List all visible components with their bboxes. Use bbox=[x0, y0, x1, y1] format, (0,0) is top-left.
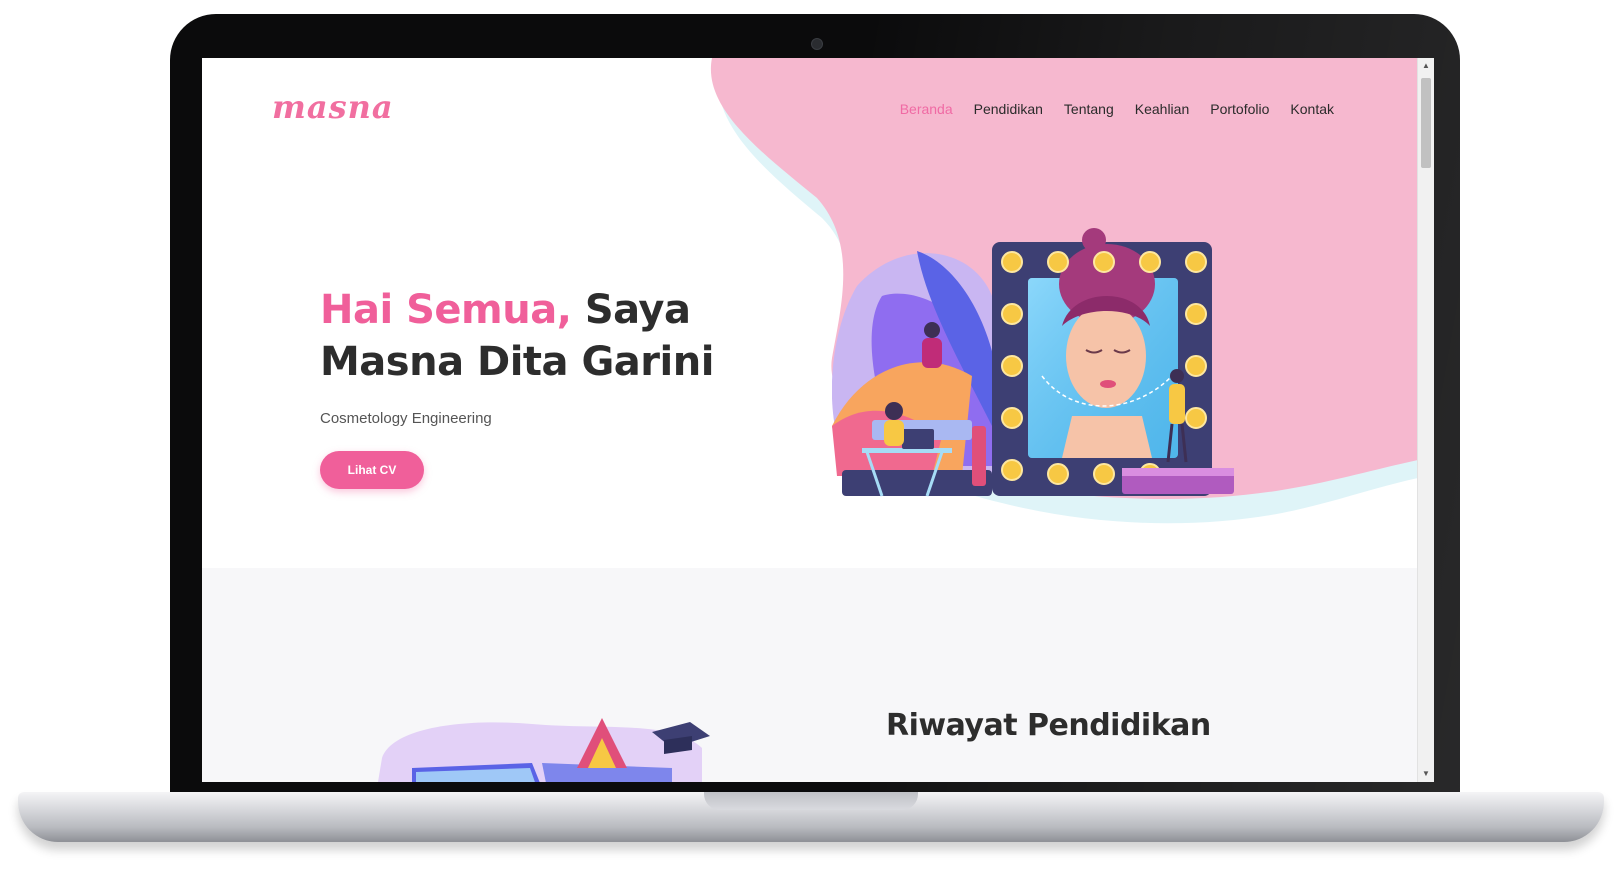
main-navigation: Beranda Pendidikan Tentang Keahlian Port… bbox=[900, 101, 1334, 117]
nav-tentang[interactable]: Tentang bbox=[1064, 101, 1114, 117]
hero-greeting: Hai Semua, bbox=[320, 287, 572, 333]
nav-kontak[interactable]: Kontak bbox=[1290, 101, 1334, 117]
nav-beranda[interactable]: Beranda bbox=[900, 101, 953, 117]
hero-name: Masna Dita Garini bbox=[320, 339, 714, 385]
hero-headline: Hai Semua, Saya Masna Dita Garini bbox=[320, 284, 714, 388]
site-logo[interactable]: masna bbox=[272, 88, 394, 126]
makeup-mirror-illustration bbox=[832, 228, 1234, 497]
nav-keahlian[interactable]: Keahlian bbox=[1135, 101, 1190, 117]
arrow-down-icon[interactable]: ▼ bbox=[1418, 766, 1434, 782]
web-page: masna Beranda Pendidikan Tentang Keahlia… bbox=[202, 58, 1418, 782]
scrollbar-thumb[interactable] bbox=[1421, 78, 1431, 168]
arrow-up-icon[interactable]: ▲ bbox=[1418, 58, 1434, 74]
laptop-screen: masna Beranda Pendidikan Tentang Keahlia… bbox=[202, 58, 1434, 782]
education-title: Riwayat Pendidikan bbox=[886, 708, 1211, 743]
webcam-icon bbox=[811, 38, 823, 50]
nav-pendidikan[interactable]: Pendidikan bbox=[974, 101, 1043, 117]
hero-subtitle: Cosmetology Engineering bbox=[320, 410, 492, 427]
laptop-base-notch bbox=[704, 792, 918, 810]
education-section: Riwayat Pendidikan bbox=[202, 568, 1418, 782]
view-cv-button[interactable]: Lihat CV bbox=[320, 451, 424, 489]
nav-portofolio[interactable]: Portofolio bbox=[1210, 101, 1269, 117]
hero-intro: Saya bbox=[571, 287, 691, 333]
vertical-scrollbar[interactable]: ▲ ▼ bbox=[1417, 58, 1434, 782]
education-illustration bbox=[378, 718, 710, 782]
